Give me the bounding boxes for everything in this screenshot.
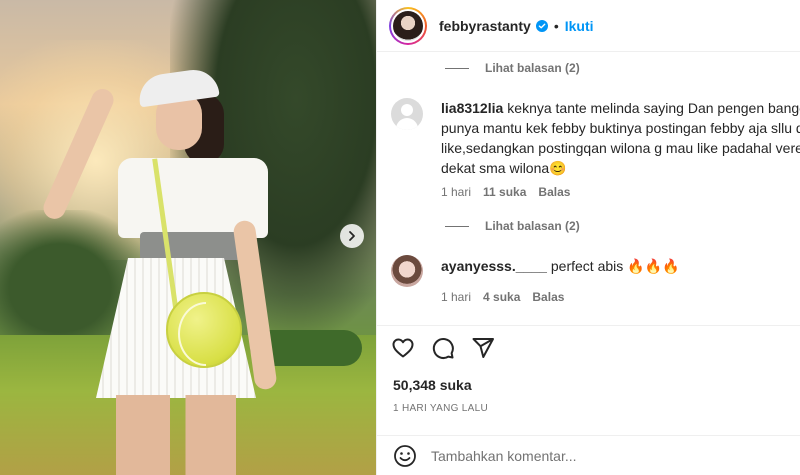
replies-line (445, 225, 469, 227)
comment-username[interactable]: ayanyesss.____ (441, 258, 547, 274)
comment-body: ayanyesss.____ perfect abis 🔥🔥🔥 (441, 256, 800, 276)
comment-line: lia8312lia keknya tante melinda saying Da… (441, 98, 800, 118)
comments-list[interactable]: Lihat balasan (2) lia8312lia keknya tante… (377, 52, 800, 324)
reply-button[interactable]: Balas (532, 290, 564, 304)
replies-line (445, 67, 469, 69)
post-photo[interactable] (0, 0, 376, 475)
view-replies-button[interactable]: Lihat balasan (2) (445, 219, 580, 233)
comment-text: perfect abis 🔥🔥🔥 (550, 258, 680, 274)
comment-avatar[interactable] (391, 255, 423, 287)
comment-avatar-default[interactable] (391, 98, 423, 130)
avatar-inner (391, 8, 425, 43)
post-side-panel: febbyrastanty • Ikuti Lihat balasan (2) … (376, 0, 800, 475)
view-replies-label: Lihat balasan (2) (485, 61, 580, 75)
comment-input[interactable] (431, 447, 731, 464)
comment-text-line-2: punya mantu kek febby buktinya postingan… (441, 120, 800, 136)
post-header: febbyrastanty • Ikuti (377, 0, 800, 52)
share-button[interactable] (471, 336, 495, 360)
comment-likes[interactable]: 4 suka (483, 290, 520, 304)
post-actions: 50,348 suka 1 HARI YANG LALU (377, 325, 800, 435)
comment-meta: 1 hari 4 suka Balas (441, 290, 564, 304)
view-replies-label: Lihat balasan (2) (485, 219, 580, 233)
comment-time[interactable]: 1 hari (441, 185, 471, 199)
comment-text-line-1: keknya tante melinda saying Dan pengen b… (507, 100, 800, 116)
likes-count[interactable]: 50,348 suka (393, 377, 472, 393)
verified-badge-icon (535, 19, 548, 32)
emoji-icon[interactable] (393, 444, 417, 468)
heart-icon (392, 338, 414, 358)
comment-text-line-4: dekat sma wilona😊 (441, 160, 567, 176)
reply-button[interactable]: Balas (538, 185, 570, 199)
author-avatar[interactable] (389, 6, 427, 45)
next-photo-button[interactable] (340, 224, 364, 248)
comment-button[interactable] (431, 336, 455, 360)
add-comment-bar (377, 435, 800, 475)
separator-dot: • (553, 17, 559, 34)
author-username[interactable]: febbyrastanty (439, 18, 531, 34)
comment-username[interactable]: lia8312lia (441, 100, 503, 116)
action-icons (391, 336, 495, 360)
view-replies-button[interactable]: Lihat balasan (2) (445, 61, 580, 75)
comment-likes[interactable]: 11 suka (483, 185, 526, 199)
woman-figure (40, 66, 296, 475)
chevron-right-icon (349, 231, 355, 241)
comment-text-line-3: like,sedangkan postingqan wilona g mau l… (441, 140, 800, 156)
legs (116, 395, 236, 475)
avatar-image (393, 10, 423, 41)
follow-button[interactable]: Ikuti (565, 18, 594, 34)
like-button[interactable] (391, 336, 415, 360)
comment-time[interactable]: 1 hari (441, 290, 471, 304)
comment-meta: 1 hari 11 suka Balas (441, 185, 570, 199)
comment-body: lia8312lia keknya tante melinda saying Da… (441, 98, 800, 178)
share-icon (472, 338, 494, 358)
comment-icon (432, 338, 454, 359)
tennis-ball-bag (166, 292, 242, 368)
post-time[interactable]: 1 HARI YANG LALU (393, 403, 488, 414)
